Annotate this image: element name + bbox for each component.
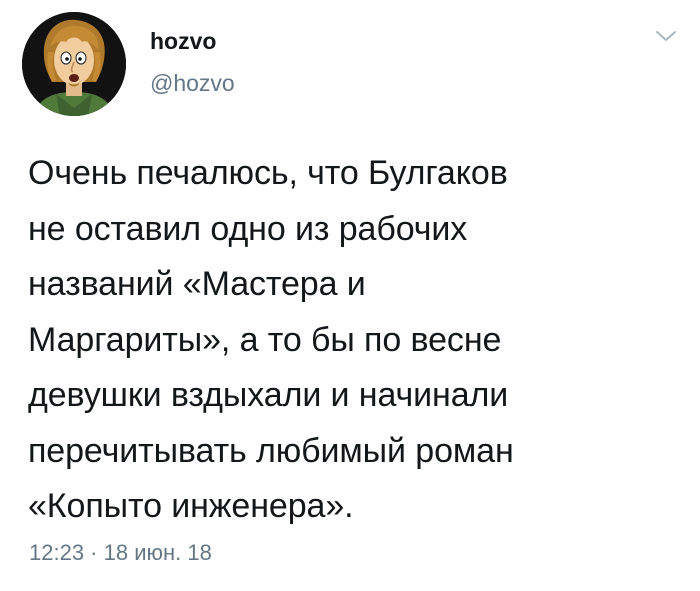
- tweet-text-line: перечитывать любимый роман: [28, 431, 514, 470]
- tweet-text-line: не оставил одно из рабочих: [28, 209, 468, 248]
- tweet-timestamp[interactable]: 12:23 · 18 июн. 18: [29, 540, 212, 566]
- cartoon-character-avatar-icon: [22, 12, 126, 116]
- tweet-text-line: названий «Мастера и: [28, 265, 366, 303]
- tweet-card: hozvo @hozvo Очень печалюсь, что Булгако…: [0, 0, 700, 591]
- tweet-text: Очень печалюсь, что Булгаков не оставил …: [28, 146, 688, 535]
- tweet-text-line: девушки вздыхали и начинали: [28, 376, 509, 414]
- tweet-text-line: «Копыто инженера».: [28, 487, 354, 525]
- author-display-name[interactable]: hozvo: [150, 28, 216, 54]
- tweet-text-line: Маргариты», а то бы по весне: [28, 320, 502, 359]
- chevron-down-icon[interactable]: [654, 28, 678, 44]
- tweet-text-line: Очень печалюсь, что Булгаков: [28, 154, 508, 192]
- author-handle[interactable]: @hozvo: [150, 70, 235, 96]
- avatar[interactable]: [22, 12, 126, 116]
